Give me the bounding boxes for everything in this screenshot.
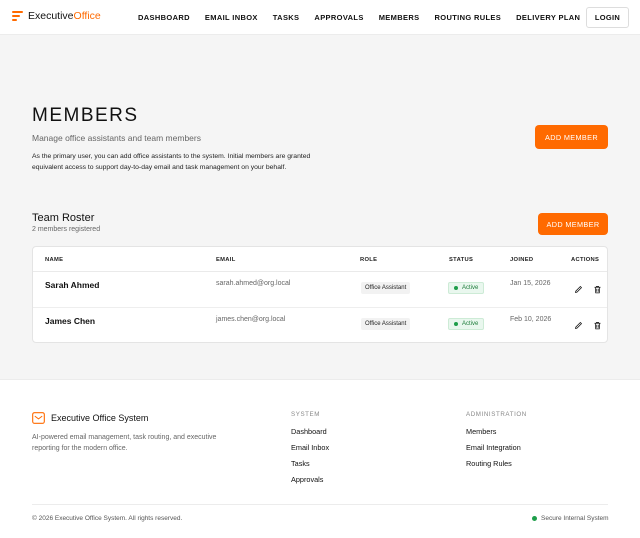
edit-icon[interactable] xyxy=(574,285,583,294)
copyright: © 2026 Executive Office System. All righ… xyxy=(32,515,183,522)
trash-icon[interactable] xyxy=(593,285,602,294)
secure-indicator: Secure Internal System xyxy=(532,515,609,522)
footer-link-email-inbox[interactable]: Email Inbox xyxy=(291,443,329,452)
add-member-button[interactable]: ADD MEMBER xyxy=(535,125,608,149)
nav-dashboard[interactable]: DASHBOARD xyxy=(138,13,190,22)
roster-count: 2 members registered xyxy=(32,226,101,233)
site-footer: Executive Office System AI-powered email… xyxy=(0,379,640,538)
footer-divider xyxy=(32,504,608,505)
column-header-role: ROLE xyxy=(360,257,378,263)
nav-approvals[interactable]: APPROVALS xyxy=(314,13,363,22)
footer-link-tasks[interactable]: Tasks xyxy=(291,459,310,468)
member-name: James Chen xyxy=(45,316,96,326)
members-table: NAME EMAIL ROLE STATUS JOINED ACTIONS Sa… xyxy=(32,246,608,343)
menu-lines-icon xyxy=(12,11,23,21)
top-header: ExecutiveOffice DASHBOARD EMAIL INBOX TA… xyxy=(0,0,640,35)
column-header-name: NAME xyxy=(45,257,64,263)
member-email: sarah.ahmed@org.local xyxy=(216,280,291,287)
footer-admin-heading: ADMINISTRATION xyxy=(466,411,527,418)
status-dot-icon xyxy=(454,322,458,326)
status-dot-icon xyxy=(454,286,458,290)
status-badge: Active xyxy=(448,282,485,294)
edit-icon[interactable] xyxy=(574,321,583,330)
footer-brand: Executive Office System xyxy=(32,412,148,424)
column-header-joined: JOINED xyxy=(510,257,534,263)
brand-logo[interactable]: ExecutiveOffice xyxy=(12,10,101,22)
role-badge: Office Assistant xyxy=(361,282,411,294)
footer-brand-name: Executive Office System xyxy=(51,413,149,423)
joined-date: Feb 10, 2026 xyxy=(510,316,552,323)
nav-members[interactable]: MEMBERS xyxy=(379,13,420,22)
page-description: As the primary user, you can add office … xyxy=(32,153,311,171)
page-title: MEMBERS xyxy=(32,105,139,126)
nav-tasks[interactable]: TASKS xyxy=(273,13,300,22)
main-nav: DASHBOARD EMAIL INBOX TASKS APPROVALS ME… xyxy=(138,13,580,22)
joined-date: Jan 15, 2026 xyxy=(510,280,551,287)
roster-add-member-button[interactable]: ADD MEMBER xyxy=(538,213,608,235)
footer-link-approvals[interactable]: Approvals xyxy=(291,475,323,484)
nav-routing-rules[interactable]: ROUTING RULES xyxy=(435,13,502,22)
secure-status-icon xyxy=(532,516,537,521)
role-badge: Office Assistant xyxy=(361,318,411,330)
mail-icon xyxy=(32,412,45,424)
header-divider xyxy=(33,271,607,272)
trash-icon[interactable] xyxy=(593,321,602,330)
row-divider xyxy=(33,307,607,308)
brand-name: ExecutiveOffice xyxy=(28,10,101,22)
member-name: Sarah Ahmed xyxy=(45,280,100,290)
login-button[interactable]: LOGIN xyxy=(586,7,629,28)
roster-title: Team Roster xyxy=(32,212,95,224)
nav-email-inbox[interactable]: EMAIL INBOX xyxy=(205,13,258,22)
nav-delivery-plan[interactable]: DELIVERY PLAN xyxy=(516,13,580,22)
footer-link-email-integration[interactable]: Email Integration xyxy=(466,443,521,452)
status-badge: Active xyxy=(448,318,485,330)
column-header-status: STATUS xyxy=(449,257,474,263)
page-subtitle: Manage office assistants and team member… xyxy=(32,133,201,143)
column-header-actions: ACTIONS xyxy=(571,257,600,263)
column-header-email: EMAIL xyxy=(216,257,236,263)
footer-link-dashboard[interactable]: Dashboard xyxy=(291,427,327,436)
footer-system-heading: SYSTEM xyxy=(291,411,321,418)
footer-link-routing-rules[interactable]: Routing Rules xyxy=(466,459,512,468)
footer-tagline: AI-powered email management, task routin… xyxy=(32,434,217,452)
member-email: james.chen@org.local xyxy=(216,316,286,323)
footer-link-members[interactable]: Members xyxy=(466,427,496,436)
